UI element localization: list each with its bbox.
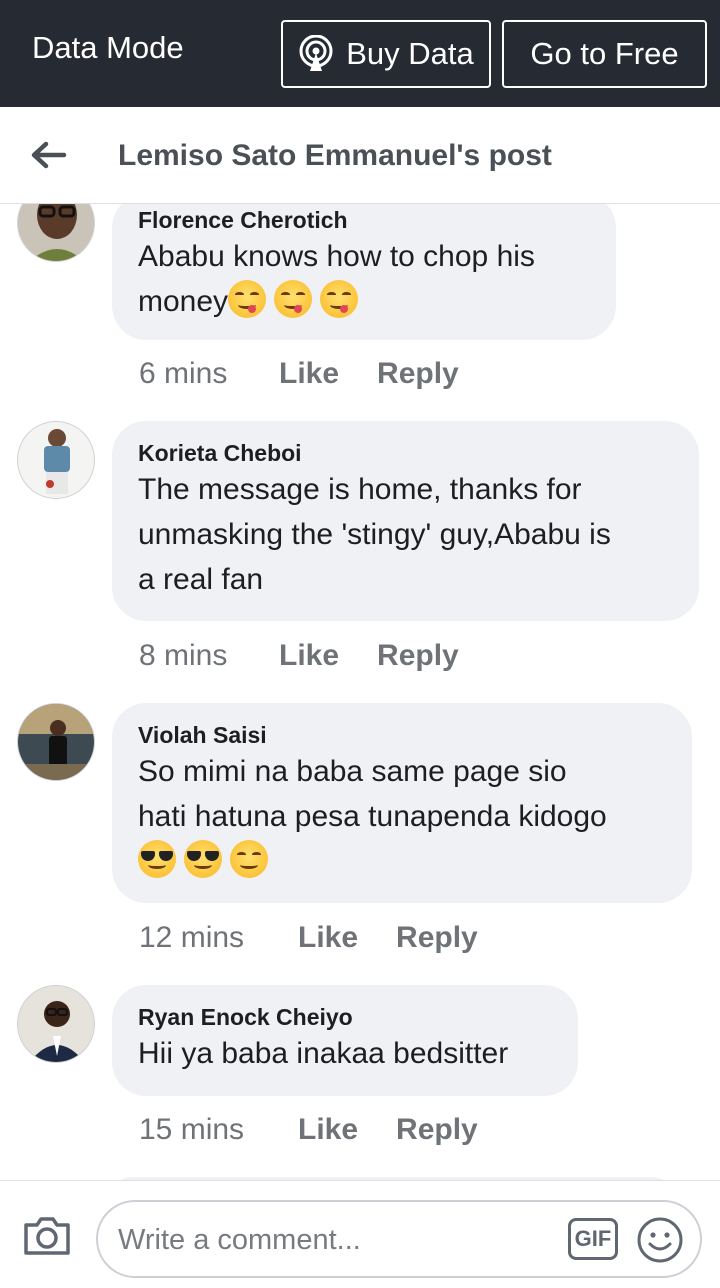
buy-data-button[interactable]: Buy Data bbox=[281, 20, 491, 88]
comment-text-line: money bbox=[138, 285, 229, 318]
reply-button[interactable]: Reply bbox=[396, 1113, 478, 1147]
comment-text-line: So mimi na baba same page sio bbox=[138, 755, 567, 788]
smiling-face-with-sunglasses-icon bbox=[184, 840, 222, 878]
back-arrow-icon[interactable] bbox=[28, 135, 68, 175]
comment-author[interactable]: Florence Cherotich bbox=[138, 206, 590, 234]
comment-time[interactable]: 6 mins bbox=[139, 357, 279, 391]
camera-icon[interactable] bbox=[22, 1215, 72, 1257]
comment-bubble[interactable]: Korieta Cheboi The message is home, than… bbox=[112, 421, 699, 621]
comment-text-line: Ababu knows how to chop his bbox=[138, 240, 535, 273]
comment-author[interactable]: Violah Saisi bbox=[138, 721, 666, 749]
comment-text-line: hati hatuna pesa tunapenda kidogo bbox=[138, 800, 607, 833]
face-savoring-food-icon bbox=[274, 280, 313, 318]
gif-label: GIF bbox=[574, 1226, 612, 1251]
go-to-free-label: Go to Free bbox=[530, 36, 679, 71]
comment-list[interactable]: Florence Cherotich Ababu knows how to ch… bbox=[0, 204, 720, 1180]
comment-meta: 12 mins Like Reply bbox=[139, 921, 478, 955]
like-button[interactable]: Like bbox=[279, 639, 339, 673]
reply-button[interactable]: Reply bbox=[396, 921, 478, 955]
broadcast-icon bbox=[299, 35, 333, 71]
comment-meta: 6 mins Like Reply bbox=[139, 357, 459, 391]
comment-input-placeholder: Write a comment... bbox=[118, 1224, 361, 1256]
comment-bubble[interactable]: Florence Cherotich Ababu knows how to ch… bbox=[112, 204, 616, 340]
comment-time[interactable]: 15 mins bbox=[139, 1113, 298, 1147]
comment-author[interactable]: Korieta Cheboi bbox=[138, 439, 673, 467]
like-button[interactable]: Like bbox=[279, 357, 339, 391]
avatar[interactable] bbox=[17, 204, 95, 262]
reply-button[interactable]: Reply bbox=[377, 357, 459, 391]
comment-author[interactable]: Ryan Enock Cheiyo bbox=[138, 1003, 552, 1031]
comment-composer: Write a comment... GIF bbox=[0, 1180, 720, 1288]
comment-bubble[interactable]: Ryan Enock Cheiyo Hii ya baba inakaa bed… bbox=[112, 985, 578, 1096]
post-header: Lemiso Sato Emmanuel's post bbox=[0, 107, 720, 204]
data-mode-label: Data Mode bbox=[32, 30, 184, 65]
comment-meta: 8 mins Like Reply bbox=[139, 639, 459, 673]
go-to-free-button[interactable]: Go to Free bbox=[502, 20, 707, 88]
like-button[interactable]: Like bbox=[298, 1113, 358, 1147]
page-title: Lemiso Sato Emmanuel's post bbox=[118, 139, 552, 172]
comment-text-line: unmasking the 'stingy' guy,Ababu is bbox=[138, 518, 611, 551]
comment-input[interactable]: Write a comment... GIF bbox=[96, 1200, 702, 1278]
gif-button[interactable]: GIF bbox=[568, 1218, 618, 1260]
comment-text-line: a real fan bbox=[138, 563, 264, 596]
emoji-smile-icon[interactable] bbox=[636, 1216, 684, 1264]
reply-button[interactable]: Reply bbox=[377, 639, 459, 673]
data-mode-bar: Data Mode Buy Data Go to Free bbox=[0, 0, 720, 107]
comment-time[interactable]: 12 mins bbox=[139, 921, 298, 955]
face-savoring-food-icon bbox=[228, 280, 267, 318]
comment-meta: 15 mins Like Reply bbox=[139, 1113, 478, 1147]
comment-bubble[interactable]: Violah Saisi So mimi na baba same page s… bbox=[112, 703, 692, 903]
comment-text-line: Hii ya baba inakaa bedsitter bbox=[138, 1037, 509, 1070]
avatar[interactable] bbox=[17, 703, 95, 781]
avatar[interactable] bbox=[17, 421, 95, 499]
avatar[interactable] bbox=[17, 985, 95, 1063]
smiling-face-with-sunglasses-icon bbox=[138, 840, 176, 878]
comment-time[interactable]: 8 mins bbox=[139, 639, 279, 673]
like-button[interactable]: Like bbox=[298, 921, 358, 955]
comment-text-line: The message is home, thanks for bbox=[138, 473, 582, 506]
relieved-face-icon bbox=[230, 840, 268, 878]
face-savoring-food-icon bbox=[320, 280, 359, 318]
buy-data-label: Buy Data bbox=[346, 36, 474, 71]
